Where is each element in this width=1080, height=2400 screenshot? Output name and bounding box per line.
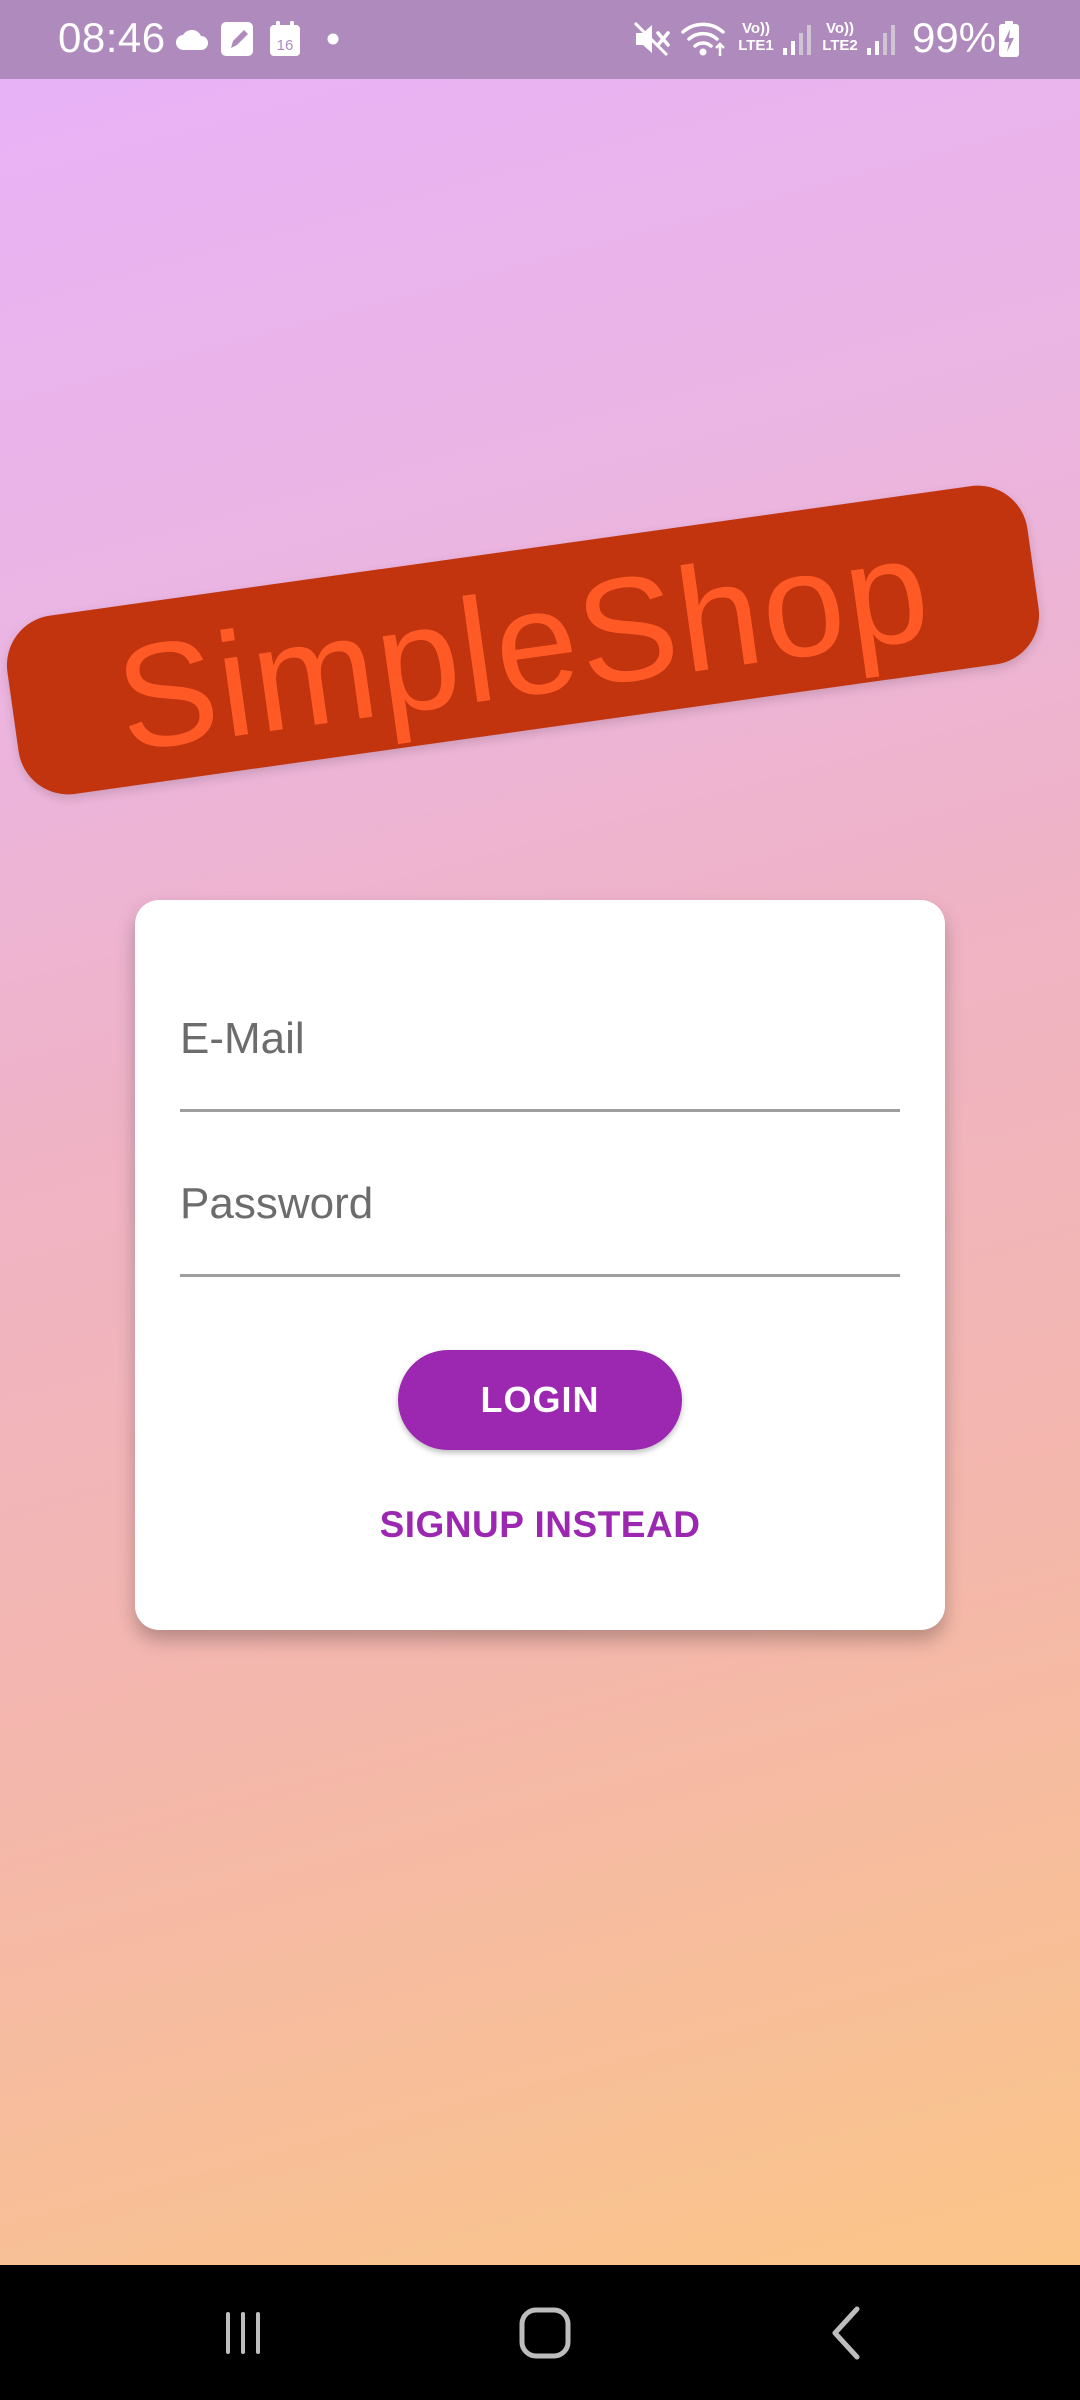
home-button[interactable] xyxy=(445,2265,645,2400)
notes-icon xyxy=(221,22,253,56)
cloud-icon xyxy=(175,29,208,51)
email-input[interactable] xyxy=(180,995,900,1109)
app-logo-banner: SimpleShop xyxy=(0,479,1046,801)
home-icon xyxy=(519,2307,571,2358)
back-button[interactable] xyxy=(747,2265,947,2400)
recent-apps-button[interactable] xyxy=(143,2265,343,2400)
password-field xyxy=(180,1160,900,1277)
status-time: 08:46 xyxy=(58,14,166,61)
auth-card: LOGIN SIGNUP INSTEAD xyxy=(135,900,945,1630)
calendar-icon: 16 xyxy=(270,21,300,56)
status-bar: 08:46 16 Vo)) LTE1 Vo)) LTE2 99% xyxy=(0,0,1080,79)
wifi-icon xyxy=(681,22,725,56)
dot-icon xyxy=(327,33,339,45)
calendar-day: 16 xyxy=(277,37,294,54)
signal-icon xyxy=(783,25,811,55)
mute-icon xyxy=(633,21,670,57)
navigation-bar xyxy=(0,2265,1080,2400)
sim1-label: Vo)) LTE1 xyxy=(738,20,774,54)
email-field xyxy=(180,995,900,1112)
back-icon xyxy=(832,2306,860,2359)
signup-instead-button[interactable]: SIGNUP INSTEAD xyxy=(315,1490,765,1560)
app-logo-text: SimpleShop xyxy=(107,505,941,784)
sim2-label: Vo)) LTE2 xyxy=(822,20,858,54)
battery-icon xyxy=(999,21,1019,57)
login-button[interactable]: LOGIN xyxy=(398,1350,682,1450)
signal-icon-2 xyxy=(867,25,895,55)
app-screen: 08:46 16 Vo)) LTE1 Vo)) LTE2 99% SimpleS… xyxy=(0,0,1080,2265)
battery-percent: 99% xyxy=(912,14,997,61)
password-input[interactable] xyxy=(180,1160,900,1274)
recent-apps-icon xyxy=(226,2311,260,2354)
